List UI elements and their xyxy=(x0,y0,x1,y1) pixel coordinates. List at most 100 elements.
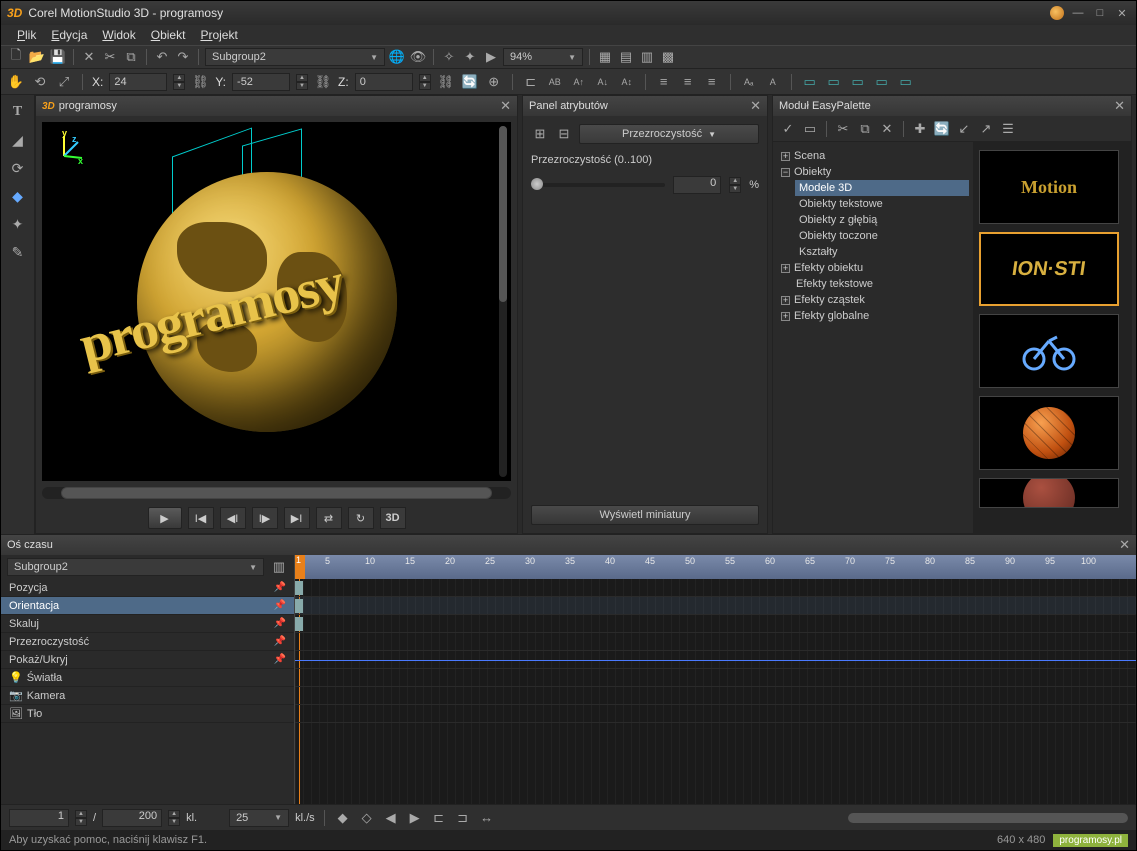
easy-add-icon[interactable]: ✚ xyxy=(911,120,929,138)
easy-close-icon[interactable]: ✕ xyxy=(1114,98,1125,114)
tl-key1-icon[interactable]: ◆ xyxy=(334,809,352,827)
y-input[interactable]: -52 xyxy=(232,73,290,91)
total-up[interactable]: ▲ xyxy=(168,810,180,818)
view3-icon[interactable]: ▭ xyxy=(849,73,867,91)
timeline-columns-icon[interactable]: ▥ xyxy=(270,558,288,576)
z-down[interactable]: ▼ xyxy=(419,82,431,90)
menu-widok[interactable]: Widok xyxy=(96,26,141,44)
tree-depth-objects[interactable]: Obiekty z głębią xyxy=(795,212,969,228)
x-input[interactable]: 24 xyxy=(109,73,167,91)
track-tlo[interactable]: 🖼Tło xyxy=(1,705,294,723)
preview-close-icon[interactable]: ✕ xyxy=(500,98,511,114)
easy-import-icon[interactable]: ↙ xyxy=(955,120,973,138)
thumb-1[interactable]: Motion xyxy=(979,150,1119,224)
total-down[interactable]: ▼ xyxy=(168,818,180,826)
timeline-scrollbar[interactable] xyxy=(848,813,1128,823)
tl-next-key-icon[interactable]: ▶ xyxy=(406,809,424,827)
show-thumbnails-button[interactable]: Wyświetl miniatury xyxy=(531,505,759,525)
preview-scrollbar-h[interactable] xyxy=(42,487,511,499)
easy-box-icon[interactable]: ▭ xyxy=(801,120,819,138)
font-size-icon[interactable]: Aₐ xyxy=(740,73,758,91)
z-up[interactable]: ▲ xyxy=(419,74,431,82)
tl-tool1-icon[interactable]: ⊏ xyxy=(430,809,448,827)
thumb-5[interactable] xyxy=(979,478,1119,508)
prev-frame-button[interactable]: ◀I xyxy=(220,507,246,529)
x-down[interactable]: ▼ xyxy=(173,82,185,90)
grid4-icon[interactable]: ▩ xyxy=(659,48,677,66)
refresh-play-button[interactable]: ↻ xyxy=(348,507,374,529)
easy-delete-icon[interactable]: ✕ xyxy=(878,120,896,138)
sparkle-icon[interactable]: ✦ xyxy=(461,48,479,66)
tree-turned-objects[interactable]: Obiekty toczone xyxy=(795,228,969,244)
grid2-icon[interactable]: ▤ xyxy=(617,48,635,66)
frame-down[interactable]: ▼ xyxy=(75,818,87,826)
tl-tool3-icon[interactable]: ↔ xyxy=(478,809,496,827)
attr-puzzle2-icon[interactable]: ⊟ xyxy=(555,125,573,143)
new-icon[interactable]: 🗋 xyxy=(7,48,25,66)
playhead[interactable]: 1 xyxy=(295,555,305,579)
easy-cut-icon[interactable]: ✂ xyxy=(834,120,852,138)
grid1-icon[interactable]: ▦ xyxy=(596,48,614,66)
wand-icon[interactable]: ✧ xyxy=(440,48,458,66)
scale-icon[interactable]: ⤢ xyxy=(55,73,73,91)
delete-icon[interactable]: ✕ xyxy=(80,48,98,66)
hand-icon[interactable]: ✋ xyxy=(7,73,25,91)
text-ab4-icon[interactable]: A↕ xyxy=(618,73,636,91)
trans-up[interactable]: ▲ xyxy=(729,177,741,185)
menu-projekt[interactable]: Projekt xyxy=(194,26,243,44)
undo-icon[interactable]: ↶ xyxy=(153,48,171,66)
menu-plik[interactable]: Plik xyxy=(11,26,42,44)
tl-prev-key-icon[interactable]: ◀ xyxy=(382,809,400,827)
globe-icon[interactable]: 🌐 xyxy=(388,48,406,66)
track-orientacja[interactable]: Orientacja📌 xyxy=(1,597,294,615)
zoom-dropdown[interactable]: 94%▼ xyxy=(503,48,583,66)
track-swiatla[interactable]: 💡Światła xyxy=(1,669,294,687)
view1-icon[interactable]: ▭ xyxy=(801,73,819,91)
tree-scene[interactable]: +Scena xyxy=(777,148,969,164)
easy-export-icon[interactable]: ↗ xyxy=(977,120,995,138)
rotate-icon[interactable]: ⟲ xyxy=(31,73,49,91)
total-frames-input[interactable]: 200 xyxy=(102,809,162,827)
transparency-value[interactable]: 0 xyxy=(673,176,721,194)
refresh-icon[interactable]: 🔄 xyxy=(461,73,479,91)
pin-icon[interactable]: 📌 xyxy=(274,636,286,647)
tree-objects[interactable]: −Obiekty xyxy=(777,164,969,180)
tree-shapes[interactable]: Kształty xyxy=(795,244,969,260)
maximize-button[interactable]: □ xyxy=(1092,5,1108,21)
easy-refresh-icon[interactable]: 🔄 xyxy=(933,120,951,138)
tree-text-fx[interactable]: Efekty tekstowe xyxy=(777,276,969,292)
view5-icon[interactable]: ▭ xyxy=(897,73,915,91)
attr-close-icon[interactable]: ✕ xyxy=(750,98,761,114)
preview-viewport[interactable]: yzx programosy xyxy=(42,122,511,481)
minimize-button[interactable]: — xyxy=(1070,5,1086,21)
align-right-icon[interactable]: ≡ xyxy=(703,73,721,91)
timeline-tracks-area[interactable] xyxy=(295,579,1136,804)
cut-icon[interactable]: ✂ xyxy=(101,48,119,66)
fps-dropdown[interactable]: 25▼ xyxy=(229,809,289,827)
track-pozycja[interactable]: Pozycja📌 xyxy=(1,579,294,597)
thumb-4[interactable] xyxy=(979,396,1119,470)
redo-icon[interactable]: ↷ xyxy=(174,48,192,66)
step-play-button[interactable]: I▶ xyxy=(252,507,278,529)
align-left-icon[interactable]: ≡ xyxy=(655,73,673,91)
preview-scrollbar-v[interactable] xyxy=(499,126,507,477)
edit-tool-icon[interactable]: ✎ xyxy=(7,241,29,263)
tree-obj-fx[interactable]: +Efekty obiektu xyxy=(777,260,969,276)
pin-icon[interactable]: 📌 xyxy=(274,654,286,665)
easy-settings-icon[interactable]: ☰ xyxy=(999,120,1017,138)
z-input[interactable]: 0 xyxy=(355,73,413,91)
tree-global-fx[interactable]: +Efekty globalne xyxy=(777,308,969,324)
thumb-3[interactable] xyxy=(979,314,1119,388)
loop-button[interactable]: ⇄ xyxy=(316,507,342,529)
first-frame-button[interactable]: I◀ xyxy=(188,507,214,529)
x-up[interactable]: ▲ xyxy=(173,74,185,82)
easy-check-icon[interactable]: ✓ xyxy=(779,120,797,138)
thumb-2[interactable]: ION·STI xyxy=(979,232,1119,306)
link-x-icon[interactable]: ⛓ xyxy=(191,73,209,91)
close-button[interactable]: ✕ xyxy=(1114,5,1130,21)
3d-toggle-button[interactable]: 3D xyxy=(380,507,406,529)
center-icon[interactable]: ⊕ xyxy=(485,73,503,91)
menu-obiekt[interactable]: Obiekt xyxy=(145,26,192,44)
pin-icon[interactable]: 📌 xyxy=(274,582,286,593)
shape-tool-icon[interactable]: ◢ xyxy=(7,129,29,151)
